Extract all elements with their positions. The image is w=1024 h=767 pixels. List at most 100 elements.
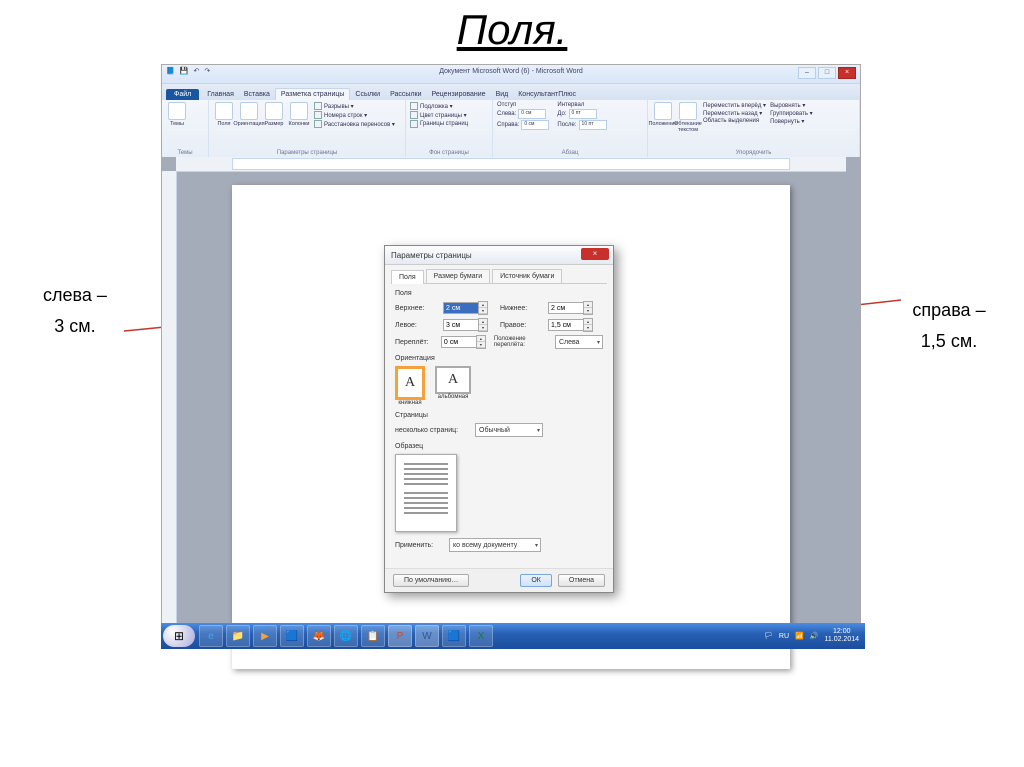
maximize-button[interactable]: □ — [818, 67, 836, 79]
watermark-menu[interactable]: Подложка ▾ — [410, 102, 488, 110]
tray-clock[interactable]: 12:00 11.02.2014 — [824, 628, 859, 645]
spacing-before-spinner[interactable]: 0 пт — [569, 109, 597, 119]
tab-mailings[interactable]: Рассылки — [385, 89, 426, 100]
taskbar-app-icon[interactable]: 🟦 — [280, 625, 304, 647]
bring-forward-menu[interactable]: Переместить вперёд ▾ — [703, 102, 766, 109]
spinner-buttons[interactable]: ▴▾ — [583, 318, 593, 332]
indent-right-spinner[interactable]: 0 см — [521, 120, 549, 130]
annotation-right-line2: 1,5 см. — [884, 326, 1014, 357]
line-numbers-menu[interactable]: Номера строк ▾ — [314, 111, 395, 119]
taskbar-chrome-icon[interactable]: 🌐 — [334, 625, 358, 647]
tab-view[interactable]: Вид — [491, 89, 514, 100]
ok-button[interactable]: ОК — [520, 574, 552, 587]
gutter-position-combo[interactable]: Слева — [555, 335, 603, 349]
indent-left-spinner[interactable]: 0 см — [518, 109, 546, 119]
dialog-tabs: Поля Размер бумаги Источник бумаги — [391, 269, 607, 284]
taskbar-media-icon[interactable]: ▶ — [253, 625, 277, 647]
label-bottom: Нижнее: — [500, 305, 544, 312]
taskbar-firefox-icon[interactable]: 🦊 — [307, 625, 331, 647]
wrap-text-button[interactable]: Обтекание текстом — [677, 102, 699, 133]
taskbar-word-icon[interactable]: W — [415, 625, 439, 647]
page-color-menu[interactable]: Цвет страницы ▾ — [410, 111, 488, 119]
taskbar-ie-icon[interactable]: e — [199, 625, 223, 647]
section-title: Страницы — [395, 412, 603, 419]
section-title: Ориентация — [395, 355, 603, 362]
ribbon-group-title: Абзац — [497, 150, 643, 156]
tray-sound-icon[interactable]: 🔊 — [810, 632, 819, 640]
dialog-tab-margins[interactable]: Поля — [391, 270, 424, 284]
margins-button[interactable]: Поля — [213, 102, 235, 128]
hyphenation-menu[interactable]: Расстановка переносов ▾ — [314, 120, 395, 128]
tab-home[interactable]: Главная — [202, 89, 239, 100]
dialog-titlebar: Параметры страницы × — [385, 246, 613, 265]
ribbon-group-page-bg: Подложка ▾ Цвет страницы ▾ Границы стран… — [406, 100, 493, 158]
dialog-close-button[interactable]: × — [581, 248, 609, 260]
spinner-buttons[interactable]: ▴▾ — [478, 301, 488, 315]
minimize-button[interactable]: – — [798, 67, 816, 79]
align-menu[interactable]: Выровнять ▾ — [770, 102, 813, 109]
tab-references[interactable]: Ссылки — [350, 89, 385, 100]
preview-box — [395, 454, 457, 532]
label-top: Верхнее: — [395, 305, 439, 312]
spinner-buttons[interactable]: ▴▾ — [583, 301, 593, 315]
tab-review[interactable]: Рецензирование — [427, 89, 491, 100]
left-margin-field[interactable] — [443, 319, 479, 331]
ribbon-group-title: Темы — [166, 150, 204, 156]
taskbar-explorer-icon[interactable]: 📁 — [226, 625, 250, 647]
page-borders-menu[interactable]: Границы страниц — [410, 120, 488, 128]
breaks-menu[interactable]: Разрывы ▾ — [314, 102, 395, 110]
tab-consultant[interactable]: КонсультантПлюс — [513, 89, 581, 100]
dialog-section-margins: Поля Верхнее: ▴▾ Нижнее: ▴▾ Левое: ▴▾ Пр… — [395, 290, 603, 349]
orientation-button[interactable]: Ориентация — [238, 102, 260, 128]
tray-network-icon[interactable]: 📶 — [795, 632, 804, 640]
orientation-landscape[interactable]: A альбомная — [435, 366, 471, 406]
right-margin-field[interactable] — [548, 319, 584, 331]
tab-insert[interactable]: Вставка — [239, 89, 275, 100]
horizontal-ruler — [176, 157, 846, 172]
themes-button[interactable]: Темы — [166, 102, 188, 127]
label-multiple-pages: несколько страниц: — [395, 427, 471, 434]
columns-button[interactable]: Колонки — [288, 102, 310, 128]
selection-pane-menu[interactable]: Область выделения — [703, 118, 766, 124]
size-button[interactable]: Размер — [263, 102, 285, 128]
spacing-after-spinner[interactable]: 10 пт — [579, 120, 607, 130]
spinner-buttons[interactable]: ▴▾ — [476, 335, 486, 349]
position-button[interactable]: Положение — [652, 102, 674, 133]
gutter-field[interactable] — [441, 336, 477, 348]
spinner-buttons[interactable]: ▴▾ — [478, 318, 488, 332]
apply-to-combo[interactable]: ко всему документу — [449, 538, 541, 552]
ribbon-tabs: Файл Главная Вставка Разметка страницы С… — [162, 84, 860, 100]
orientation-portrait[interactable]: A книжная — [395, 366, 425, 406]
indent-label: Отступ — [497, 102, 549, 108]
ribbon-group-title: Упорядочить — [652, 150, 855, 156]
rotate-menu[interactable]: Повернуть ▾ — [770, 118, 813, 125]
ribbon-group-page-setup: Поля Ориентация Размер Колонки Разрывы ▾… — [209, 100, 406, 158]
dialog-tab-paper-size[interactable]: Размер бумаги — [426, 269, 490, 283]
taskbar-app2-icon[interactable]: 🟦 — [442, 625, 466, 647]
word-window: 📘 💾 ↶ ↷ Документ Microsoft Word (6) - Mi… — [161, 64, 861, 646]
close-button[interactable]: × — [838, 67, 856, 79]
multiple-pages-combo[interactable]: Обычный — [475, 423, 543, 437]
windows-taskbar: ⊞ e 📁 ▶ 🟦 🦊 🌐 📋 P W 🟦 X 🏳 RU 📶 🔊 12:00 1… — [161, 623, 865, 649]
dialog-tab-paper-source[interactable]: Источник бумаги — [492, 269, 562, 283]
tab-page-layout[interactable]: Разметка страницы — [275, 88, 351, 100]
ribbon-group-title: Фон страницы — [410, 150, 488, 156]
cancel-button[interactable]: Отмена — [558, 574, 605, 587]
default-button[interactable]: По умолчанию… — [393, 574, 469, 587]
group-menu[interactable]: Группировать ▾ — [770, 110, 813, 117]
taskbar-powerpoint-icon[interactable]: P — [388, 625, 412, 647]
ribbon-group-arrange: Положение Обтекание текстом Переместить … — [648, 100, 860, 158]
taskbar-excel-icon[interactable]: X — [469, 625, 493, 647]
taskbar-office-icon[interactable]: 📋 — [361, 625, 385, 647]
slide-title: Поля. — [0, 0, 1024, 54]
bottom-margin-field[interactable] — [548, 302, 584, 314]
ribbon-group-paragraph: Отступ Слева:0 см Справа:0 см Интервал Д… — [493, 100, 648, 158]
label-gutter: Переплёт: — [395, 339, 437, 346]
ribbon: Темы Темы Поля Ориентация Размер Колонки… — [162, 100, 860, 159]
start-button[interactable]: ⊞ — [163, 625, 195, 647]
top-margin-field[interactable] — [443, 302, 479, 314]
tray-lang[interactable]: RU — [779, 633, 789, 640]
send-backward-menu[interactable]: Переместить назад ▾ — [703, 110, 766, 117]
tray-flag-icon[interactable]: 🏳 — [764, 632, 773, 640]
file-tab[interactable]: Файл — [166, 89, 199, 100]
